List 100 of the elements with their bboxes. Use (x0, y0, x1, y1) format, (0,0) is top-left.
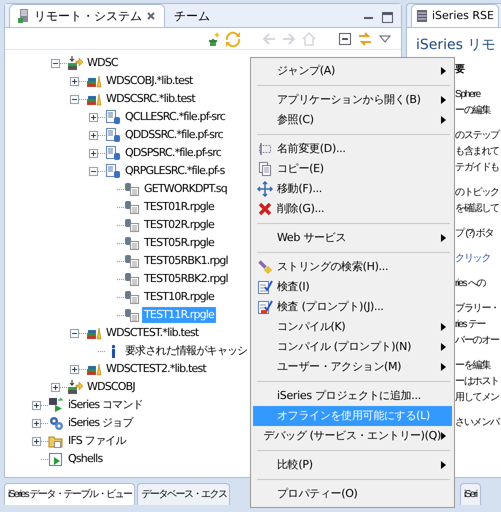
expand-icon[interactable] (89, 130, 98, 140)
collapse-icon[interactable] (51, 58, 60, 68)
tree-item[interactable]: QRPGLESRC.*file.pf-s (123, 163, 226, 179)
tree-item[interactable]: GETWORKDPT.sq (142, 181, 229, 197)
tree-item[interactable]: Qshells (66, 451, 104, 467)
text-fragment: バーのオー (455, 334, 500, 348)
command-icon (48, 397, 64, 413)
text-fragment: を確認して (455, 202, 500, 216)
tree-item[interactable]: WDSCOBJ.*lib.test (104, 73, 195, 89)
menu-item[interactable]: 検査 (プロンプト)(J)... (253, 297, 452, 317)
collapse-icon[interactable] (70, 94, 79, 104)
menu-item[interactable]: コピー(E) (253, 159, 452, 179)
server-icon (416, 8, 428, 24)
tree-item[interactable]: WDSCTEST.*lib.test (104, 325, 200, 341)
tree-item[interactable]: iSeries ジョブ (66, 415, 135, 431)
menu-item[interactable]: ジャンプ(A) (253, 61, 452, 81)
gears-icon (48, 415, 64, 431)
tree-item[interactable]: WDSCSRC.*lib.test (104, 91, 197, 107)
collapse-icon[interactable] (70, 328, 79, 338)
view-tab[interactable]: チーム (165, 4, 219, 27)
menu-item[interactable]: 比較(P) (253, 455, 452, 475)
tree-item[interactable]: 要求された情報がキャッシ (123, 343, 250, 359)
text-fragment: テガイドも (455, 161, 500, 175)
expand-icon[interactable] (32, 436, 41, 446)
maximize-icon[interactable] (382, 12, 393, 23)
menu-item[interactable]: コンパイル(K) (253, 317, 452, 337)
rename-icon (257, 141, 273, 157)
tree-item[interactable]: QCLLESRC.*file.pf-src (123, 109, 228, 125)
collapse-icon[interactable] (89, 166, 98, 176)
tree-item[interactable]: TEST05RBK2.rpgl (142, 271, 230, 287)
verify-prompt-icon (257, 299, 273, 315)
text-fragment: Sphere (455, 88, 482, 102)
tree-item[interactable]: TEST05RBK1.rpgl (142, 253, 230, 269)
view-tab[interactable]: iSeri (460, 483, 481, 505)
view-tab[interactable]: データベース・エクス (137, 483, 230, 505)
search-icon (257, 259, 273, 275)
move-arrows-icon (257, 181, 273, 197)
text-fragment: ーの編集 (455, 104, 492, 118)
menu-item[interactable]: 移動(F)... (253, 179, 452, 199)
tree-item[interactable]: WDSCTEST2.*lib.test (104, 361, 208, 377)
menu-item[interactable]: iSeries プロジェクトに追加... (253, 386, 452, 406)
help-link[interactable]: クリック (455, 251, 490, 267)
books-icon (86, 91, 102, 107)
view-heading: iSeries リモ (416, 36, 496, 55)
section-heading: 要 (455, 63, 466, 77)
text-fragment: プ (?) ボタ (455, 226, 494, 241)
tree-item[interactable]: QDSPSRC.*file.pf-src (123, 145, 224, 161)
menu-item[interactable]: ストリングの検索(H)... (253, 257, 452, 277)
text-fragment: ブラリー・ (455, 302, 500, 316)
tree-item[interactable]: QDDSSRC.*file.pf-src (123, 127, 225, 143)
text-fragment: ーを編集 (455, 359, 492, 373)
tree-item[interactable]: TEST01R.rpgle (142, 199, 216, 215)
tree-item[interactable]: TEST05R.rpgle (142, 235, 216, 251)
text-fragment: も含まれて (455, 144, 500, 159)
expand-icon[interactable] (70, 76, 79, 86)
database-file-icon (105, 127, 121, 143)
menu-item[interactable]: Web サービス (253, 228, 452, 248)
menu-item[interactable]: コンパイル (プロンプト)(N) (253, 337, 452, 357)
menu-item[interactable]: アプリケーションから開く(B) (253, 90, 452, 110)
filter-icon (67, 55, 83, 71)
menu-item[interactable]: ユーザー・アクション(M) (253, 357, 452, 377)
database-file-icon (105, 163, 121, 179)
expand-icon[interactable] (70, 364, 79, 374)
text-fragment: のトピック (455, 186, 500, 200)
menu-item[interactable]: 削除(G)... (253, 199, 452, 219)
text-fragment: ries への (455, 277, 487, 291)
expand-icon[interactable] (89, 148, 98, 158)
database-file-icon (105, 109, 121, 125)
collapse-all-icon[interactable] (337, 30, 353, 46)
shell-icon (48, 451, 64, 467)
menu-item[interactable]: 名前変更(D)... (253, 139, 452, 159)
tree-item[interactable]: TEST10R.rpgle (142, 289, 216, 305)
view-tab[interactable]: iSeries RSE (411, 4, 499, 27)
menu-item[interactable]: デバッグ (サービス・エントリー)(Q) (253, 426, 452, 446)
expand-icon[interactable] (32, 418, 41, 428)
view-tab[interactable]: iSeries データ・テーブル・ビュー (4, 483, 136, 505)
expand-icon[interactable] (89, 112, 98, 122)
tree-item[interactable]: IFS ファイル (66, 433, 128, 449)
tree-item[interactable]: WDSC (85, 55, 120, 71)
tree-item[interactable]: WDSCOBJ (85, 379, 137, 395)
menu-item[interactable]: 参照(C) (253, 110, 452, 130)
info-icon (112, 344, 114, 358)
tree-item[interactable]: iSeries コマンド (66, 397, 145, 413)
expand-icon[interactable] (32, 400, 41, 410)
view-tab[interactable]: リモート・システム (9, 4, 165, 27)
text-fragment: 用してメン (455, 391, 500, 405)
books-icon (86, 73, 102, 89)
tree-item[interactable]: TEST02R.rpgle (142, 217, 216, 233)
text-fragment: ries テー (455, 318, 487, 332)
text-fragment: さいメンバ (455, 416, 501, 430)
copy-icon (257, 161, 273, 177)
books-icon (86, 325, 102, 341)
close-icon[interactable] (146, 11, 156, 21)
delete-icon (257, 201, 273, 217)
menu-item[interactable]: 検査(I) (253, 277, 452, 297)
verify-check-icon (257, 279, 273, 295)
server-icon (18, 8, 30, 24)
expand-icon[interactable] (51, 382, 60, 392)
menu-item[interactable]: プロパティー(O) (253, 484, 452, 504)
text-fragment: ーはホスト (455, 375, 500, 389)
